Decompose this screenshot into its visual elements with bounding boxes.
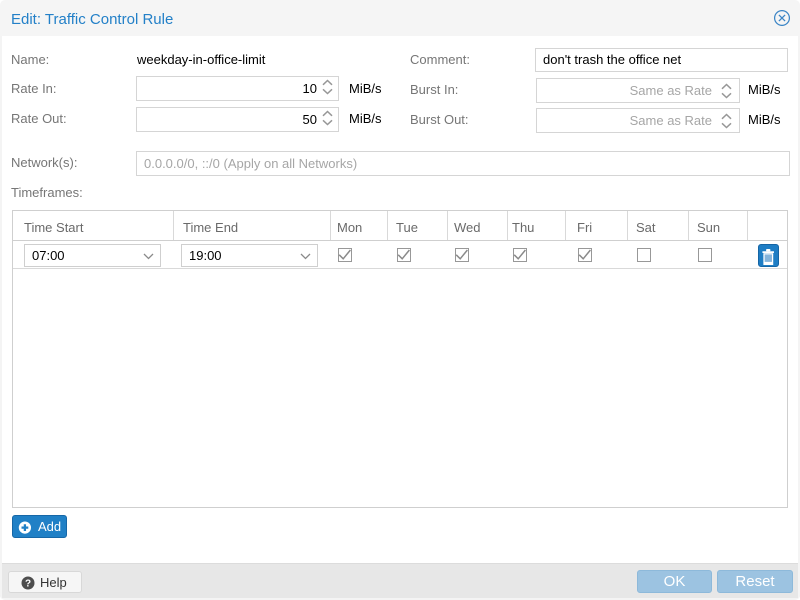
svg-text:?: ? [25,579,31,590]
